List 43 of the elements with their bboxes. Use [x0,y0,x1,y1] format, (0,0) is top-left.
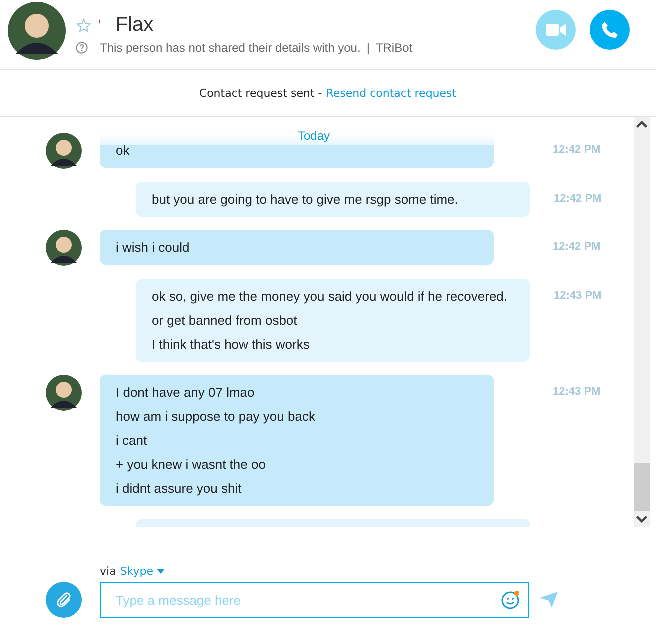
avatar [8,2,66,60]
message-text: I think that's how this works [152,336,311,354]
message-text: but you are going to have to give me rsgp some time. [152,190,460,209]
message-text: i cant [116,432,148,450]
message-text: ok so, give me the money you said you would if he recovered. or get banned from osbot [152,288,509,330]
message-text: i didnt assure you shit [116,480,243,498]
resend-link[interactable]: Resend contact request [326,86,457,100]
message-time: 12:43 PM [554,290,602,302]
message-time: 12:43 PM [553,386,601,398]
paperclip-icon [55,591,73,609]
separator-text: | [366,41,370,55]
video-call-button[interactable] [536,10,576,50]
message-text: i wish i could [116,238,191,256]
help-icon[interactable] [76,42,88,54]
message-time: 12:42 PM [553,144,601,156]
attach-button[interactable] [46,582,82,618]
message-time: 12:42 PM [554,193,602,205]
caret-icon [156,569,165,574]
avatar [46,230,82,266]
call-button[interactable] [590,10,630,50]
contact-source: TRiBot [376,41,413,55]
via-label: via [100,565,116,578]
message-input[interactable]: Type a message here [100,582,529,618]
message-text: how am i suppose to pay you back [116,408,316,426]
notice-text: Contact request sent - [199,86,322,100]
service-dropdown[interactable]: Skype [120,565,165,578]
message-time: 12:42 PM [553,241,601,253]
send-icon[interactable] [540,592,558,608]
avatar [46,375,82,411]
scrollbar-thumb[interactable] [634,463,650,511]
status-mark: ' [98,18,102,34]
video-camera-icon [546,22,566,36]
avatar [46,133,82,169]
message-text: ok [116,142,131,160]
contact-name: Flax [116,14,154,37]
message-text: I dont have any 07 lmao [116,384,256,402]
star-icon[interactable] [76,18,92,34]
contact-details: This person has not shared their details with you. [100,41,361,55]
message-text: + you knew i wasnt the oo [116,456,267,474]
scrollbar[interactable] [634,117,650,527]
date-divider: Today [298,129,330,145]
smiley-icon[interactable] [501,590,521,610]
phone-icon [601,20,619,38]
